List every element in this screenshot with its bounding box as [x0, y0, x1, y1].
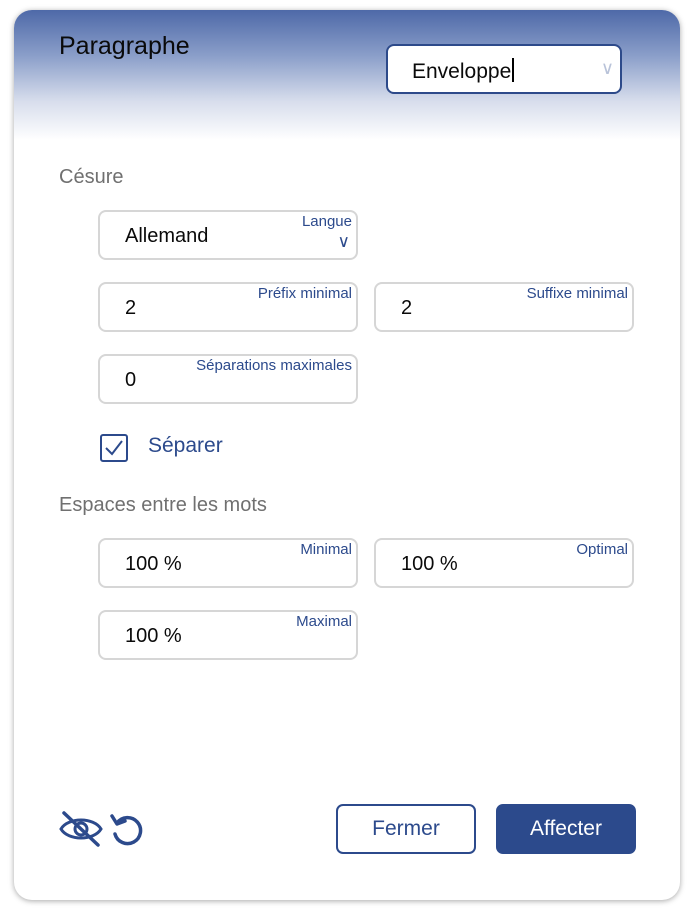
spacing-maximal-value: 100 %	[125, 625, 182, 647]
spacing-maximal-field[interactable]: 100 % Maximal	[98, 610, 358, 660]
text-cursor	[512, 58, 515, 82]
dialog-title: Paragraphe	[59, 32, 190, 60]
min-prefix-value: 2	[125, 297, 137, 319]
min-prefix-field[interactable]: 2 Préfix minimal	[98, 282, 358, 332]
language-value: Allemand	[125, 225, 209, 247]
chevron-down-icon: ∨	[600, 58, 614, 78]
spacing-optimal-label: Optimal	[576, 541, 628, 558]
paragraph-dialog: Paragraphe Enveloppe ∨ Césure Allemand L…	[14, 10, 680, 900]
apply-button[interactable]: Affecter	[496, 804, 636, 854]
chevron-down-icon: ∨	[337, 232, 350, 251]
spacing-maximal-label: Maximal	[296, 613, 352, 630]
hyphenation-section-label: Césure	[59, 166, 124, 188]
max-separations-label: Séparations maximales	[196, 357, 352, 374]
min-suffix-field[interactable]: 2 Suffixe minimal	[374, 282, 634, 332]
spacing-optimal-field[interactable]: 100 % Optimal	[374, 538, 634, 588]
paragraph-style-select[interactable]: Enveloppe ∨	[386, 44, 622, 94]
spacing-minimal-field[interactable]: 100 % Minimal	[98, 538, 358, 588]
spacing-optimal-value: 100 %	[401, 553, 458, 575]
min-prefix-label: Préfix minimal	[257, 285, 352, 302]
language-label: Langue	[301, 213, 352, 230]
min-suffix-value: 2	[401, 297, 413, 319]
separate-label[interactable]: Séparer	[148, 434, 223, 458]
language-select[interactable]: Allemand Langue ∨	[98, 210, 358, 260]
reset-icon[interactable]	[108, 810, 148, 850]
max-separations-field[interactable]: 0 Séparations maximales	[98, 354, 358, 404]
min-suffix-label: Suffixe minimal	[526, 285, 628, 302]
check-icon	[105, 440, 123, 456]
paragraph-style-value: Enveloppe	[412, 58, 515, 84]
spacing-minimal-label: Minimal	[300, 541, 352, 558]
spacing-minimal-value: 100 %	[125, 553, 182, 575]
separate-checkbox[interactable]	[100, 434, 128, 462]
word-spacing-section-label: Espaces entre les mots	[59, 494, 267, 516]
eye-slash-icon[interactable]	[58, 810, 104, 848]
max-separations-value: 0	[125, 369, 137, 391]
close-button[interactable]: Fermer	[336, 804, 476, 854]
